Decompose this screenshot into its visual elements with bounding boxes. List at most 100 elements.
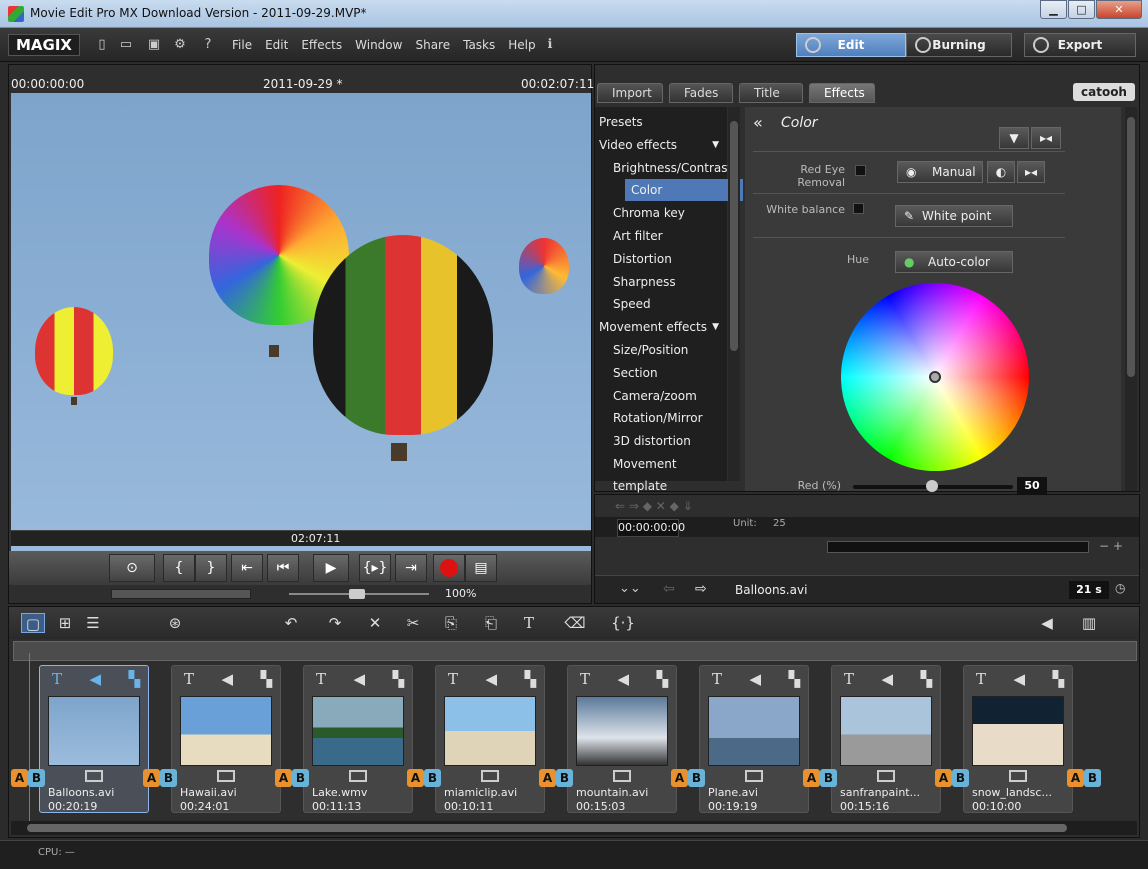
previous-marker-button[interactable]: ⏮ [267,554,299,582]
dropdown-button[interactable]: ▼ [999,127,1029,149]
redo-icon[interactable]: ↷ [323,613,347,633]
effects-icon[interactable]: ▚ [524,670,536,690]
save-icon[interactable]: ▣ [146,37,162,53]
hue-color-wheel[interactable] [841,283,1029,471]
title-icon[interactable]: T [52,670,62,690]
effect-list-item[interactable]: Art filter [595,225,727,247]
red-eye-preview-button[interactable]: ◐ [987,161,1015,183]
preview-scrubber[interactable]: 02:07:11 [11,530,591,546]
clip-thumbnail[interactable] [840,696,932,766]
menu-edit[interactable]: Edit [265,38,288,52]
title-icon[interactable]: T [448,670,458,690]
settings-gear-icon[interactable]: ⚙ [172,37,188,53]
timeline-mode-icon[interactable]: ☰ [81,613,105,633]
title-icon[interactable]: T [316,670,326,690]
storyboard-clip[interactable]: T ◀ ▚ snow_landsc... 00:10:00 [963,665,1073,813]
effects-icon[interactable]: ▚ [788,670,800,690]
collapse-icon[interactable]: ⌄⌄ [619,581,641,596]
clip-thumbnail[interactable] [444,696,536,766]
tab-fades[interactable]: Fades [669,83,733,103]
transition-ab-button[interactable]: AB [935,769,969,787]
compare-button[interactable]: ▸◂ [1031,127,1061,149]
film-icon[interactable] [745,770,763,782]
transition-ab-button[interactable]: AB [803,769,837,787]
red-slider-knob[interactable] [926,480,938,492]
menu-share[interactable]: Share [415,38,450,52]
storyboard-clip[interactable]: T ◀ ▚ Balloons.avi 00:20:19 [39,665,149,813]
audio-icon[interactable]: ◀ [89,670,101,690]
clip-thumbnail[interactable] [312,696,404,766]
storyboard-clip[interactable]: T ◀ ▚ Plane.avi 00:19:19 [699,665,809,813]
set-in-point-button[interactable]: { [163,554,195,582]
white-point-button[interactable]: ✎ White point [895,205,1013,227]
effect-list-item[interactable]: Section [595,362,727,384]
auto-color-button[interactable]: ● Auto-color [895,251,1013,273]
red-eye-checkbox[interactable] [855,165,866,176]
effects-list-scrollbar[interactable] [728,107,740,481]
export-mode-button[interactable]: Export [1024,33,1136,57]
title-text-icon[interactable]: T [517,613,541,633]
previous-clip-icon[interactable]: ⇦ [663,581,675,597]
title-icon[interactable]: T [184,670,194,690]
tab-title[interactable]: Title [739,83,803,103]
manual-button[interactable]: ◉ Manual [897,161,983,183]
film-icon[interactable] [85,770,103,782]
speaker-icon[interactable]: ◀ [1035,613,1059,633]
minimize-button[interactable]: ▁ [1040,0,1067,19]
eraser-icon[interactable]: ⌫ [563,613,587,633]
effect-list-item[interactable]: Brightness/Contrast [595,157,732,179]
effect-list-item[interactable]: Movement effects ▼ [595,316,727,338]
effect-timeline-scrollbar[interactable] [827,541,1089,553]
red-eye-compare-button[interactable]: ▸◂ [1017,161,1045,183]
clip-thumbnail[interactable] [576,696,668,766]
title-icon[interactable]: T [580,670,590,690]
clip-thumbnail[interactable] [48,696,140,766]
film-icon[interactable] [481,770,499,782]
film-icon[interactable] [613,770,631,782]
transition-ab-button[interactable]: AB [1067,769,1101,787]
menu-help[interactable]: Help [508,38,535,52]
zoom-slider-knob[interactable] [349,589,365,599]
audio-icon[interactable]: ◀ [221,670,233,690]
storyboard-clip[interactable]: T ◀ ▚ sanfranpaint... 00:15:16 [831,665,941,813]
clip-thumbnail[interactable] [708,696,800,766]
catooh-logo[interactable]: catooh [1073,83,1135,101]
clip-thumbnail[interactable] [180,696,272,766]
video-frame[interactable] [11,93,591,593]
film-reel-menu-icon[interactable]: ⊛ [163,613,187,633]
effect-timecode[interactable]: 00:00:00:00 [617,519,685,537]
effect-list-item[interactable]: Distortion [595,248,727,270]
title-icon[interactable]: T [976,670,986,690]
menu-effects[interactable]: Effects [301,38,342,52]
open-folder-icon[interactable]: ▭ [118,37,134,53]
burning-mode-button[interactable]: Burning [906,33,1012,57]
playhead[interactable] [29,653,30,823]
audio-icon[interactable]: ◀ [749,670,761,690]
effects-icon[interactable]: ▚ [656,670,668,690]
new-file-icon[interactable]: ▯ [94,37,110,53]
next-clip-icon[interactable]: ⇨ [695,581,707,597]
menu-window[interactable]: Window [355,38,402,52]
effect-list-item[interactable]: Chroma key [595,202,727,224]
clock-icon[interactable]: ◷ [1115,581,1125,595]
effect-list-item[interactable]: Sharpness [595,271,727,293]
effect-list-item[interactable]: 3D distortion [595,430,727,452]
audio-icon[interactable]: ◀ [353,670,365,690]
film-icon[interactable] [877,770,895,782]
cut-scissors-icon[interactable]: ✂ [401,613,425,633]
title-icon[interactable]: T [844,670,854,690]
transition-ab-button[interactable]: AB [143,769,177,787]
film-icon[interactable] [1009,770,1027,782]
film-icon[interactable] [349,770,367,782]
tab-import[interactable]: Import [597,83,663,103]
effects-icon[interactable]: ▚ [920,670,932,690]
white-balance-checkbox[interactable] [853,203,864,214]
effect-list-item[interactable]: Video effects ▼ [595,134,727,156]
mixer-icon[interactable]: ▥ [1077,613,1101,633]
audio-icon[interactable]: ◀ [1013,670,1025,690]
paste-icon[interactable]: ⎗ [479,613,503,633]
maximize-button[interactable]: □ [1068,0,1095,19]
clip-thumbnail[interactable] [972,696,1064,766]
hue-picker-handle[interactable] [929,371,941,383]
jump-start-button[interactable]: ⇤ [231,554,263,582]
